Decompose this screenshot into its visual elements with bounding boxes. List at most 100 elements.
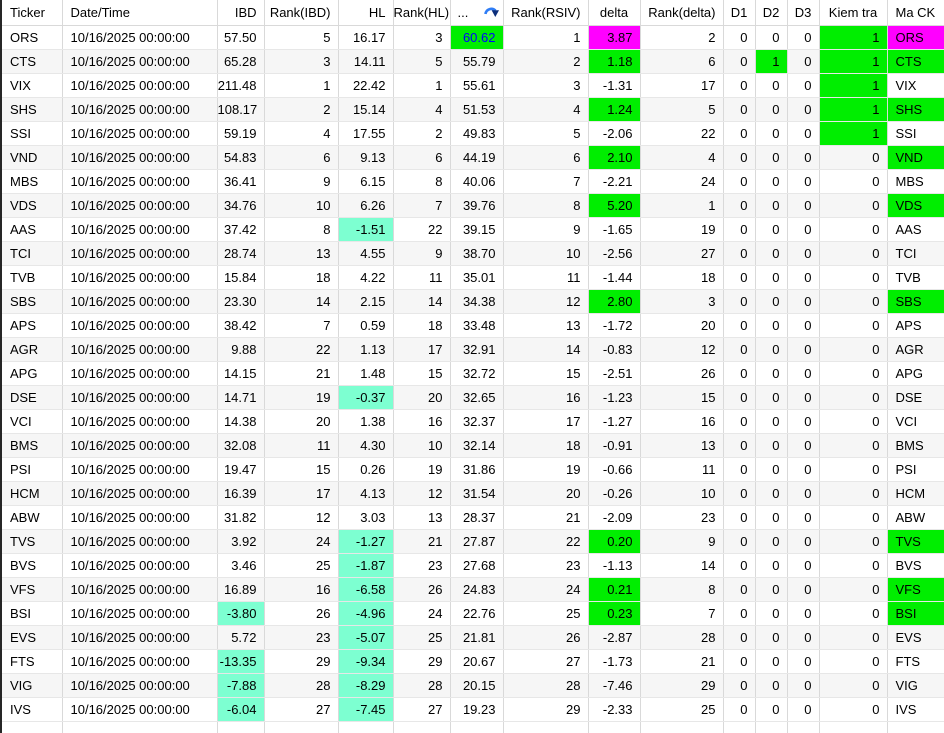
cell-rsiv: 44.19 (450, 145, 504, 170)
cell-kiem_tra: 0 (819, 385, 888, 410)
table-row[interactable]: FTS 10/16/2025 00:00:00 -13.35 29 -9.34 29 20.… (2, 649, 944, 674)
cell-rsiv: 60.62 (450, 25, 504, 50)
table-row[interactable]: SHS 10/16/2025 00:00:00 108.17 2 15.14 4 51.53… (2, 97, 944, 122)
cell-rank_delta: 25 (640, 697, 724, 722)
cell-datetime: 10/16/2025 00:00:00 (62, 313, 218, 338)
cell-rank_ibd: 16 (264, 577, 339, 602)
cell-kiem_tra: 0 (819, 457, 888, 482)
table-row[interactable]: DSE 10/16/2025 00:00:00 14.71 19 -0.37 20 32.6… (2, 385, 944, 410)
table-row[interactable]: ORS 10/16/2025 00:00:00 57.50 5 16.17 3 60.62 1… (2, 25, 944, 50)
cell-datetime: 10/16/2025 00:00:00 (62, 553, 218, 578)
column-header-d3[interactable]: D3 (787, 0, 820, 26)
cell-rank_rsiv: 27 (503, 649, 589, 674)
table-row[interactable]: IVS 10/16/2025 00:00:00 -6.04 27 -7.45 27 19.2… (2, 697, 944, 722)
column-header-rsiv[interactable]: ... (450, 0, 504, 26)
cell-delta: -1.27 (588, 409, 641, 434)
cell-d3: 0 (787, 97, 820, 122)
cell-d3: 0 (787, 145, 820, 170)
cell-hl: -6.58 (338, 577, 394, 602)
cell-rank_rsiv: 16 (503, 385, 589, 410)
cell-datetime: 10/16/2025 00:00:00 (62, 49, 218, 74)
table-row[interactable]: BMS 10/16/2025 00:00:00 32.08 11 4.30 10 32.14… (2, 433, 944, 458)
table-row[interactable]: VCI 10/16/2025 00:00:00 14.38 20 1.38 16 32.37… (2, 409, 944, 434)
cell-rank_delta: 16 (640, 409, 724, 434)
cell-d1: 0 (723, 25, 756, 50)
cell-hl: 16.17 (338, 25, 394, 50)
table-row[interactable]: APG 10/16/2025 00:00:00 14.15 21 1.48 15 32.72… (2, 361, 944, 386)
table-row[interactable]: CTS 10/16/2025 00:00:00 65.28 3 14.11 5 55.79 2… (2, 49, 944, 74)
cell-ma_ck: AGR (887, 337, 944, 362)
table-row[interactable]: TVS 10/16/2025 00:00:00 3.92 24 -1.27 21 27.87… (2, 529, 944, 554)
cell-kiem_tra: 0 (819, 337, 888, 362)
cell-delta: -2.51 (588, 361, 641, 386)
table-row[interactable]: BVS 10/16/2025 00:00:00 3.46 25 -1.87 23 27.68… (2, 553, 944, 578)
column-header-rank_hl[interactable]: Rank(HL) (393, 0, 451, 26)
cell-d1: 0 (723, 385, 756, 410)
cell-rsiv: 22.76 (450, 601, 504, 626)
cell-ibd: 3.92 (217, 529, 265, 554)
cell-ibd: -6.04 (217, 697, 265, 722)
cell-hl: -0.37 (338, 385, 394, 410)
empty-cell (2, 721, 63, 733)
table-row[interactable]: HCM 10/16/2025 00:00:00 16.39 17 4.13 12 31.54… (2, 481, 944, 506)
column-header-datetime[interactable]: Date/Time (62, 0, 218, 26)
column-header-ibd[interactable]: IBD (217, 0, 265, 26)
column-header-rank_rsiv[interactable]: Rank(RSIV) (503, 0, 589, 26)
table-row[interactable]: AAS 10/16/2025 00:00:00 37.42 8 -1.51 22 39.15… (2, 217, 944, 242)
cell-d2: 0 (755, 553, 788, 578)
cell-ma_ck: EVS (887, 625, 944, 650)
cell-rank_ibd: 25 (264, 553, 339, 578)
cell-datetime: 10/16/2025 00:00:00 (62, 505, 218, 530)
table-row[interactable]: ABW 10/16/2025 00:00:00 31.82 12 3.03 13 28.37… (2, 505, 944, 530)
table-row[interactable]: VDS 10/16/2025 00:00:00 34.76 10 6.26 7 39.76 8… (2, 193, 944, 218)
cell-rank_delta: 22 (640, 121, 724, 146)
cell-d1: 0 (723, 169, 756, 194)
column-header-rank_ibd[interactable]: Rank(IBD) (264, 0, 339, 26)
column-header-ma_ck[interactable]: Ma CK (887, 0, 944, 26)
cell-rank_ibd: 5 (264, 25, 339, 50)
cell-ibd: -7.88 (217, 673, 265, 698)
table-row[interactable]: AGR 10/16/2025 00:00:00 9.88 22 1.13 17 32.91 1… (2, 337, 944, 362)
cell-d2: 0 (755, 265, 788, 290)
cell-ma_ck: PSI (887, 457, 944, 482)
cell-d1: 0 (723, 289, 756, 314)
table-row[interactable]: SSI 10/16/2025 00:00:00 59.19 4 17.55 2 49.83 5… (2, 121, 944, 146)
column-header-delta[interactable]: delta (588, 0, 641, 26)
cell-d2: 0 (755, 241, 788, 266)
cell-hl: -8.29 (338, 673, 394, 698)
column-header-rank_delta[interactable]: Rank(delta) (640, 0, 724, 26)
cell-ticker: TVS (2, 529, 63, 554)
table-row[interactable]: MBS 10/16/2025 00:00:00 36.41 9 6.15 8 40.06 7-… (2, 169, 944, 194)
column-header-hl[interactable]: HL (338, 0, 394, 26)
cell-rank_rsiv: 17 (503, 409, 589, 434)
column-header-ticker[interactable]: Ticker (2, 0, 63, 26)
cell-d2: 0 (755, 121, 788, 146)
column-header-d1[interactable]: D1 (723, 0, 756, 26)
cell-datetime: 10/16/2025 00:00:00 (62, 649, 218, 674)
cell-hl: 1.48 (338, 361, 394, 386)
table-row[interactable]: VFS 10/16/2025 00:00:00 16.89 16 -6.58 26 24.8… (2, 577, 944, 602)
table-row[interactable]: VIG 10/16/2025 00:00:00 -7.88 28 -8.29 28 20.1… (2, 673, 944, 698)
table-row[interactable]: TVB 10/16/2025 00:00:00 15.84 18 4.22 11 35.01… (2, 265, 944, 290)
cell-rank_rsiv: 12 (503, 289, 589, 314)
table-row[interactable]: VIX 10/16/2025 00:00:00 211.48 1 22.42 1 55.61… (2, 73, 944, 98)
table-row[interactable]: BSI 10/16/2025 00:00:00 -3.80 26 -4.96 24 22.7… (2, 601, 944, 626)
table-row[interactable]: TCI 10/16/2025 00:00:00 28.74 13 4.55 9 38.70 1… (2, 241, 944, 266)
cell-d2: 0 (755, 193, 788, 218)
cell-d2: 0 (755, 385, 788, 410)
cell-ma_ck: APS (887, 313, 944, 338)
cell-rank_hl: 19 (393, 457, 451, 482)
table-row[interactable]: SBS 10/16/2025 00:00:00 23.30 14 2.15 14 34.38… (2, 289, 944, 314)
cell-rsiv: 33.48 (450, 313, 504, 338)
column-header-d2[interactable]: D2 (755, 0, 788, 26)
table-row[interactable]: APS 10/16/2025 00:00:00 38.42 7 0.59 18 33.48 1… (2, 313, 944, 338)
table-row[interactable]: VND 10/16/2025 00:00:00 54.83 6 9.13 6 44.19 6 2… (2, 145, 944, 170)
column-header-kiem_tra[interactable]: Kiem tra (819, 0, 888, 26)
exploration-window: Ticker Date/Time IBD Rank(IBD) HL Rank(HL)...… (0, 0, 944, 733)
table-row[interactable]: PSI 10/16/2025 00:00:00 19.47 15 0.26 19 31.86… (2, 457, 944, 482)
cell-d1: 0 (723, 481, 756, 506)
cell-datetime: 10/16/2025 00:00:00 (62, 169, 218, 194)
cell-datetime: 10/16/2025 00:00:00 (62, 193, 218, 218)
cell-rank_hl: 27 (393, 697, 451, 722)
table-row[interactable]: EVS 10/16/2025 00:00:00 5.72 23 -5.07 25 21.81… (2, 625, 944, 650)
